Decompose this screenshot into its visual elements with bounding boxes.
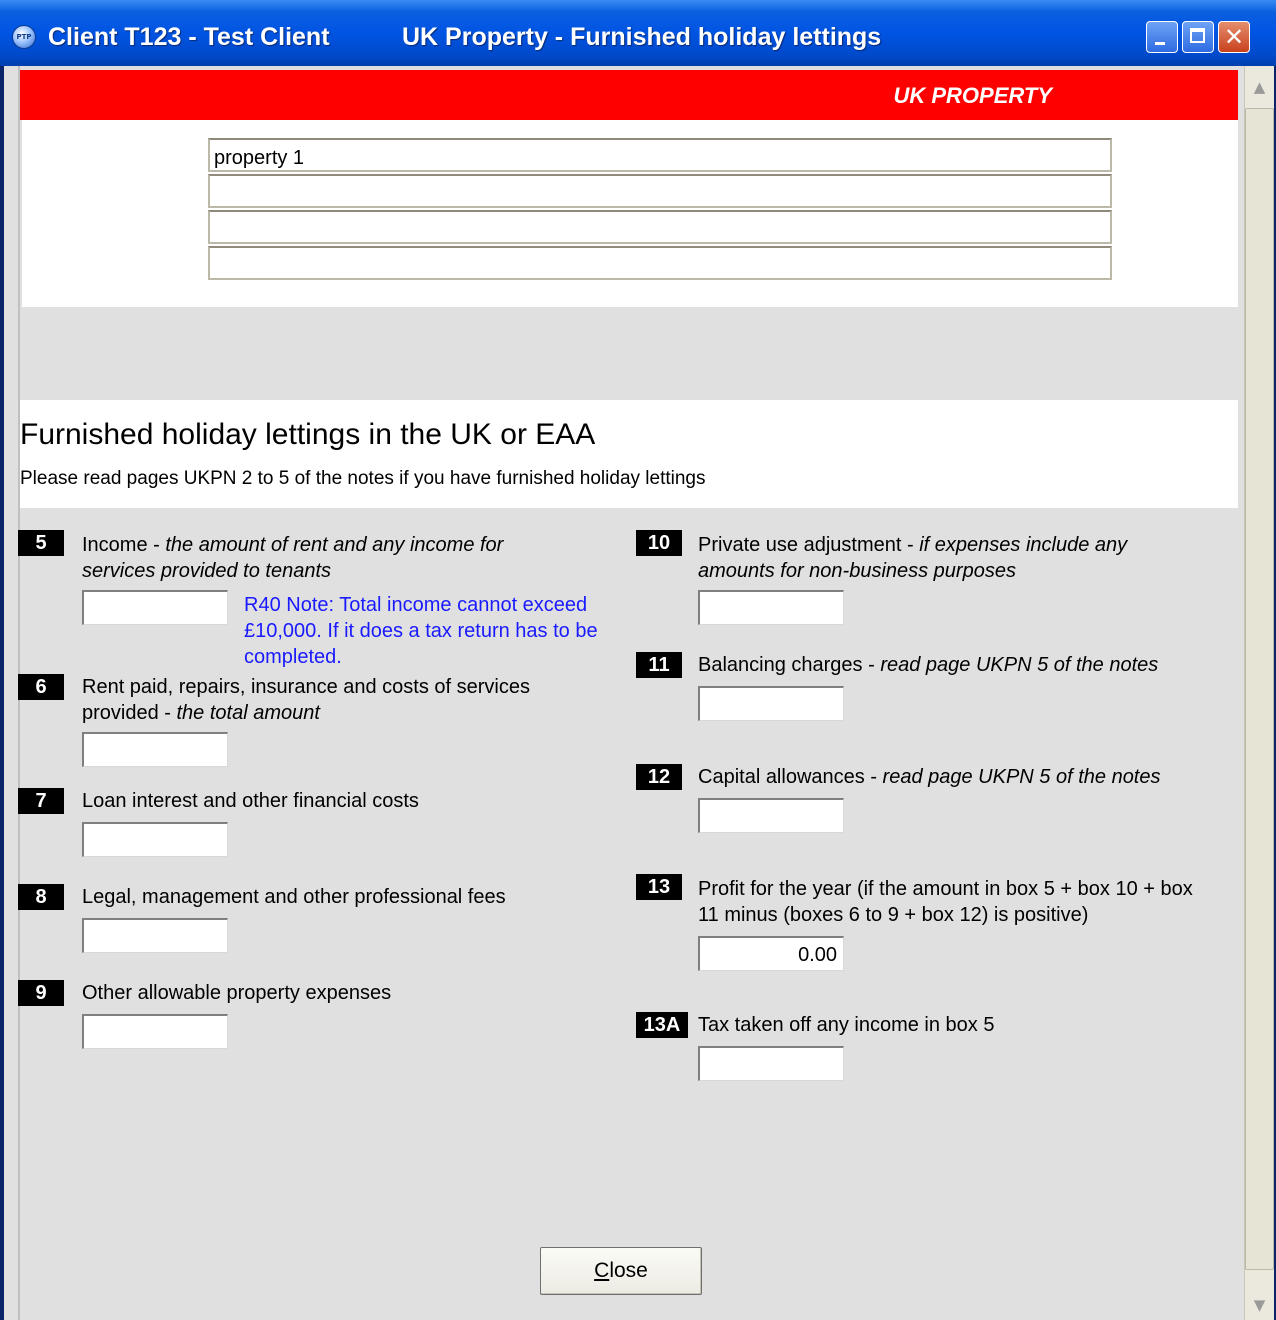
box-6-number: 6 [18,674,64,700]
page-subtitle: Please read pages UKPN 2 to 5 of the not… [20,468,706,489]
box-5-label: Income - the amount of rent and any inco… [82,534,504,582]
maximize-button[interactable] [1182,21,1214,53]
box-9-input[interactable] [82,1014,228,1049]
window-title-client: Client T123 - Test Client [48,23,330,51]
heading-section [20,400,1238,508]
r40-note: R40 Note: Total income cannot exceed £10… [244,594,598,668]
box-9-label: Other allowable property expenses [82,982,392,1004]
box-6-input[interactable] [82,732,228,767]
box-7-input[interactable] [82,822,228,857]
box-11-number: 11 [636,652,682,678]
box-6-label: Rent paid, repairs, insurance and costs … [82,676,530,724]
box-11-input[interactable] [698,686,844,721]
box-10-input[interactable] [698,590,844,625]
close-window-button[interactable]: ✕ [1218,21,1250,53]
window-title-section: UK Property - Furnished holiday lettings [402,23,882,51]
scroll-thumb[interactable] [1245,108,1274,1270]
box-12-number: 12 [636,764,682,790]
box-13a-label: Tax taken off any income in box 5 [698,1014,995,1036]
scroll-up-icon[interactable]: ▲ [1245,66,1274,108]
box-11-label: Balancing charges - read page UKPN 5 of … [698,654,1159,676]
box-13a-number: 13A [636,1012,688,1038]
scroll-down-icon[interactable]: ▼ [1245,1290,1274,1320]
box-12-input[interactable] [698,798,844,833]
box-8-input[interactable] [82,918,228,953]
box-13-input[interactable]: 0.00 [698,936,844,971]
property-name-3[interactable] [208,210,1112,244]
property-name-1[interactable]: property 1 [208,138,1112,172]
box-7-number: 7 [18,788,64,814]
title-bar[interactable]: PTP Client T123 - Test Client UK Propert… [0,0,1276,66]
section-banner: UK PROPERTY [20,70,1238,120]
box-10-label: Private use adjustment - if expenses inc… [698,534,1128,582]
close-button-mnemonic: C [594,1259,610,1282]
property-name-4[interactable] [208,246,1112,280]
property-name-2[interactable] [208,174,1112,208]
box-9-number: 9 [18,980,64,1006]
box-7-label: Loan interest and other financial costs [82,790,419,812]
close-button-label: lose [609,1259,648,1282]
minimize-button[interactable] [1146,21,1178,53]
page-title: Furnished holiday lettings in the UK or … [20,418,596,451]
close-icon: ✕ [1223,23,1245,51]
banner-label: UK PROPERTY [893,83,1052,108]
vertical-scrollbar[interactable]: ▲ ▼ [1244,66,1274,1320]
box-8-label: Legal, management and other professional… [82,886,506,908]
client-area: UK PROPERTY property 1 Furnished holiday… [4,66,1274,1320]
box-5-input[interactable] [82,590,228,625]
property-panel: property 1 [22,120,1238,307]
box-5-number: 5 [18,530,64,556]
spacer-panel [20,307,1238,400]
minimize-icon [1155,42,1165,45]
maximize-icon [1190,28,1205,43]
app-icon: PTP [12,25,36,49]
box-8-number: 8 [18,884,64,910]
close-button[interactable]: Close [540,1247,702,1295]
box-13-number: 13 [636,874,682,900]
box-10-number: 10 [636,530,682,556]
box-13a-input[interactable] [698,1046,844,1081]
box-12-label: Capital allowances - read page UKPN 5 of… [698,766,1161,788]
box-13-label: Profit for the year (if the amount in bo… [698,878,1193,926]
